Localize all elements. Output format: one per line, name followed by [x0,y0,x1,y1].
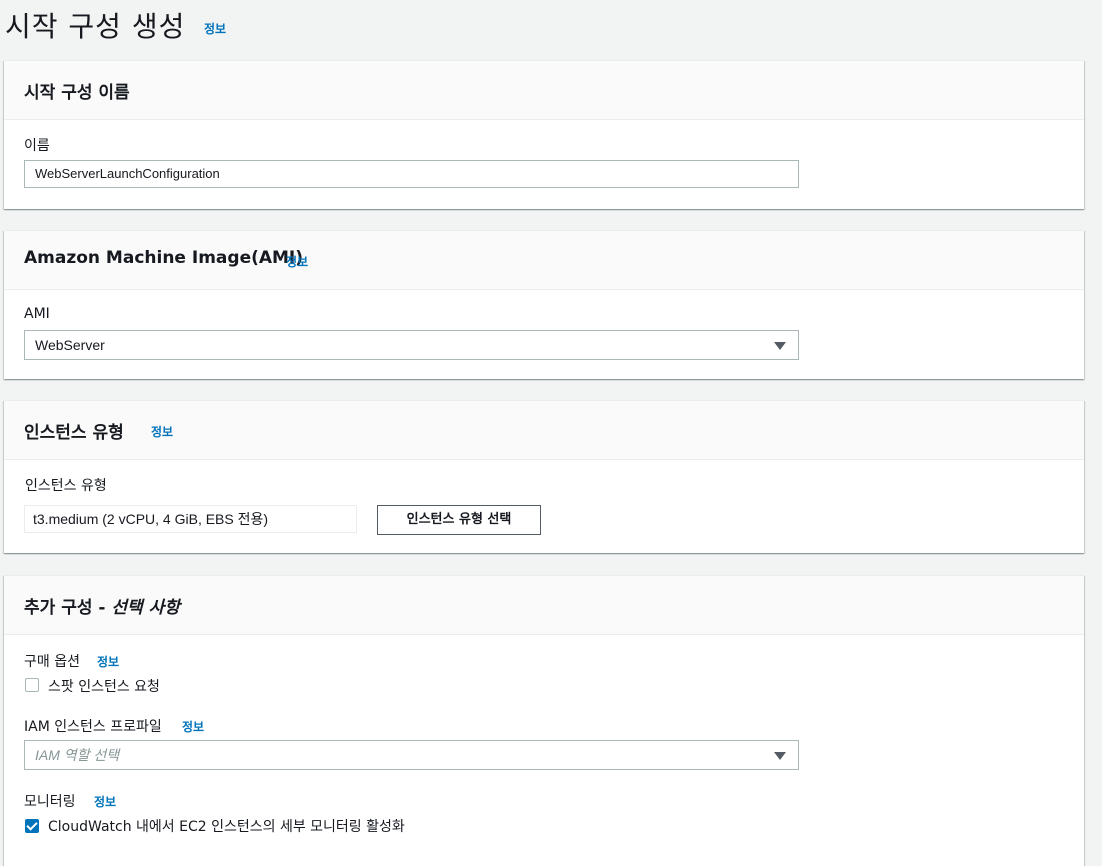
chevron-down-icon [774,342,786,350]
name-input[interactable]: WebServerLaunchConfiguration [24,160,799,188]
ami-select[interactable]: WebServer [24,330,799,360]
choose-instance-type-button[interactable]: 인스턴스 유형 선택 [377,505,541,535]
ami-info-link[interactable]: 정보 [286,253,308,270]
spot-instance-label[interactable]: 스팟 인스턴스 요청 [48,676,160,696]
iam-profile-label: IAM 인스턴스 프로파일 [24,719,162,735]
page-title: 시작 구성 생성 [5,10,186,43]
name-panel: 시작 구성 이름 이름 WebServerLaunchConfiguration [4,60,1084,209]
name-panel-title: 시작 구성 이름 [24,83,130,103]
instance-type-panel-header: 인스턴스 유형 정보 [4,401,1084,460]
page-info-link[interactable]: 정보 [204,20,226,37]
monitoring-checkbox[interactable] [25,819,39,833]
ami-select-value: WebServer [35,337,105,353]
name-label: 이름 [24,138,50,154]
additional-config-title-optional: 선택 사항 [111,598,180,618]
instance-type-label: 인스턴스 유형 [25,478,107,494]
spot-instance-checkbox[interactable] [25,678,39,692]
ami-panel-header: Amazon Machine Image(AMI) 정보 [4,231,1084,290]
purchase-option-info-link[interactable]: 정보 [97,653,119,670]
additional-config-panel: 추가 구성 - 선택 사항 구매 옵션 정보 스팟 인스턴스 요청 IAM 인스… [4,575,1084,866]
monitoring-check-label[interactable]: CloudWatch 내에서 EC2 인스턴스의 세부 모니터링 활성화 [48,816,405,836]
additional-config-panel-title: 추가 구성 - 선택 사항 [24,593,180,618]
instance-type-panel-title: 인스턴스 유형 [24,423,124,443]
additional-config-title-main: 추가 구성 - [24,598,112,618]
iam-role-select[interactable]: IAM 역할 선택 [24,740,799,770]
purchase-option-label: 구매 옵션 [24,654,80,670]
ami-label: AMI [24,306,50,322]
monitoring-label: 모니터링 [24,794,76,810]
instance-type-value: t3.medium (2 vCPU, 4 GiB, EBS 전용) [24,505,357,533]
monitoring-info-link[interactable]: 정보 [94,793,116,810]
ami-panel: Amazon Machine Image(AMI) 정보 AMI WebServ… [4,230,1084,379]
instance-type-info-link[interactable]: 정보 [151,423,173,440]
additional-config-panel-header: 추가 구성 - 선택 사항 [4,576,1084,635]
chevron-down-icon [774,752,786,760]
name-panel-header: 시작 구성 이름 [4,61,1084,120]
ami-panel-title: Amazon Machine Image(AMI) [24,248,304,268]
iam-profile-info-link[interactable]: 정보 [182,718,204,735]
iam-role-placeholder: IAM 역할 선택 [35,747,120,763]
instance-type-panel: 인스턴스 유형 정보 인스턴스 유형 t3.medium (2 vCPU, 4 … [4,400,1084,553]
